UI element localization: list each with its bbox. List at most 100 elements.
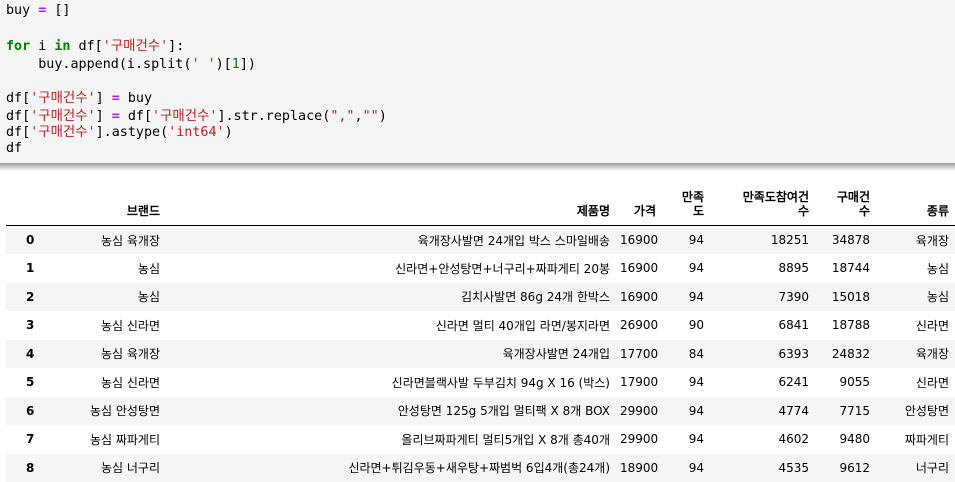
code-token: 'int64' (168, 125, 224, 140)
cell-purchase-count: 15018 (815, 283, 876, 312)
table-row: 5 농심 신라면 신라면블랙사발 두부김치 94g X 16 (박스) 1790… (6, 368, 955, 397)
row-index: 7 (6, 425, 61, 454)
code-line-9: df (6, 140, 22, 158)
header-cell: 만족도참여건수 (710, 183, 815, 226)
row-index: 4 (6, 340, 61, 369)
cell-product-name: 육개장사발면 24개입 (166, 340, 616, 369)
code-token: '구매건수' (30, 91, 95, 106)
header-cell: 브랜드 (61, 183, 166, 226)
code-token: df[ (6, 91, 30, 106)
cell-product-name: 신라면+튀김우동+새우탕+짜범벅 6입4개(총24개) (166, 454, 616, 482)
cell-satisfaction-count: 8895 (710, 254, 815, 283)
header-cell: 종류 (876, 183, 955, 226)
header-cell: 만족도 (662, 183, 710, 226)
code-line-4: buy.append(i.split(' ')[1]) (6, 56, 256, 74)
cell-type: 육개장 (876, 226, 955, 255)
code-token: = (112, 109, 120, 124)
code-cell[interactable]: buy = [] for i in df['구매건수']: buy.append… (0, 0, 955, 163)
dataframe-table: 브랜드 제품명 가격 만족도 만족도참여건수 구매건수 종류 0 농심 육개장 … (6, 183, 955, 482)
cell-product-name: 신라면 멀티 40개입 라면/봉지라면 (166, 311, 616, 340)
cell-satisfaction: 94 (662, 368, 710, 397)
cell-satisfaction: 90 (662, 311, 710, 340)
cell-type: 농심 (876, 254, 955, 283)
header-row: 브랜드 제품명 가격 만족도 만족도참여건수 구매건수 종류 (6, 183, 955, 226)
cell-brand: 농심 안성탕면 (61, 397, 166, 426)
row-index: 3 (6, 311, 61, 340)
cell-satisfaction: 94 (662, 397, 710, 426)
code-token: , (355, 109, 363, 124)
code-token: '구매건수' (152, 109, 217, 124)
code-token: ].str.replace( (217, 109, 330, 124)
row-index: 2 (6, 283, 61, 312)
table-body: 0 농심 육개장 육개장사발면 24개입 박스 스마일배송 16900 94 1… (6, 226, 955, 482)
code-token: [] (46, 3, 70, 18)
table-row: 7 농심 짜파게티 올리브짜파게티 멀티5개입 X 8개 총40개 29900 … (6, 425, 955, 454)
cell-price: 18900 (616, 454, 662, 482)
code-token: buy (120, 91, 152, 106)
cell-type: 너구리 (876, 454, 955, 482)
cell-purchase-count: 18788 (815, 311, 876, 340)
header-text: 종류 (927, 204, 949, 218)
cell-brand: 농심 짜파게티 (61, 425, 166, 454)
cell-satisfaction: 94 (662, 254, 710, 283)
code-token: df[ (6, 125, 30, 140)
code-token: '구매건수' (30, 109, 95, 124)
cell-brand: 농심 신라면 (61, 311, 166, 340)
table-row: 3 농심 신라면 신라면 멀티 40개입 라면/봉지라면 26900 90 68… (6, 311, 955, 340)
cell-product-name: 안성탕면 125g 5개입 멀티팩 X 8개 BOX (166, 397, 616, 426)
cell-satisfaction-count: 6241 (710, 368, 815, 397)
code-line-6: df['구매건수'] = buy (6, 90, 152, 108)
code-token: for (6, 39, 30, 54)
header-cell: 구매건수 (815, 183, 876, 226)
table-row: 8 농심 너구리 신라면+튀김우동+새우탕+짜범벅 6입4개(총24개) 189… (6, 454, 955, 482)
cell-price: 16900 (616, 226, 662, 255)
cell-purchase-count: 9612 (815, 454, 876, 482)
code-token: ]) (240, 57, 256, 72)
code-token: "," (330, 109, 354, 124)
code-token: ] (96, 91, 112, 106)
code-line-8: df['구매건수'].astype('int64') (6, 124, 233, 142)
code-token: ]: (168, 39, 184, 54)
table-row: 0 농심 육개장 육개장사발면 24개입 박스 스마일배송 16900 94 1… (6, 226, 955, 255)
cell-satisfaction: 94 (662, 283, 710, 312)
header-text: 제품명 (577, 204, 610, 218)
row-index: 0 (6, 226, 61, 255)
cell-type: 안성탕면 (876, 397, 955, 426)
cell-price: 29900 (616, 425, 662, 454)
cell-product-name: 김치사발면 86g 24개 한박스 (166, 283, 616, 312)
cell-purchase-count: 9055 (815, 368, 876, 397)
row-index: 5 (6, 368, 61, 397)
header-text: 만족도참여건 (743, 190, 809, 204)
code-token: ) (379, 109, 387, 124)
cell-satisfaction-count: 6841 (710, 311, 815, 340)
header-cell (6, 183, 61, 226)
header-cell: 제품명 (166, 183, 616, 226)
table-row: 6 농심 안성탕면 안성탕면 125g 5개입 멀티팩 X 8개 BOX 299… (6, 397, 955, 426)
cell-type: 육개장 (876, 340, 955, 369)
row-index: 6 (6, 397, 61, 426)
code-line-3: for i in df['구매건수']: (6, 38, 184, 56)
cell-purchase-count: 7715 (815, 397, 876, 426)
header-text: 만족 (682, 190, 704, 204)
code-token: buy.append(i.split( (6, 57, 191, 72)
cell-product-name: 신라면+안성탕면+너구리+짜파게티 20봉 (166, 254, 616, 283)
table-row: 1 농심 신라면+안성탕면+너구리+짜파게티 20봉 16900 94 8895… (6, 254, 955, 283)
header-text: 수 (798, 204, 809, 218)
cell-satisfaction-count: 18251 (710, 226, 815, 255)
cell-product-name: 육개장사발면 24개입 박스 스마일배송 (166, 226, 616, 255)
cell-type: 신라면 (876, 311, 955, 340)
cell-product-name: 올리브짜파게티 멀티5개입 X 8개 총40개 (166, 425, 616, 454)
code-token: "" (363, 109, 379, 124)
code-token: ' ' (191, 57, 215, 72)
code-token: )[ (216, 57, 232, 72)
code-token: i (30, 39, 54, 54)
cell-purchase-count: 9480 (815, 425, 876, 454)
code-token: in (54, 39, 70, 54)
cell-satisfaction-count: 6393 (710, 340, 815, 369)
code-line-1: buy = [] (6, 2, 71, 20)
cell-satisfaction: 94 (662, 226, 710, 255)
code-token: df[ (71, 39, 103, 54)
cell-price: 17700 (616, 340, 662, 369)
code-token: ] (96, 109, 112, 124)
table-row: 2 농심 김치사발면 86g 24개 한박스 16900 94 7390 150… (6, 283, 955, 312)
